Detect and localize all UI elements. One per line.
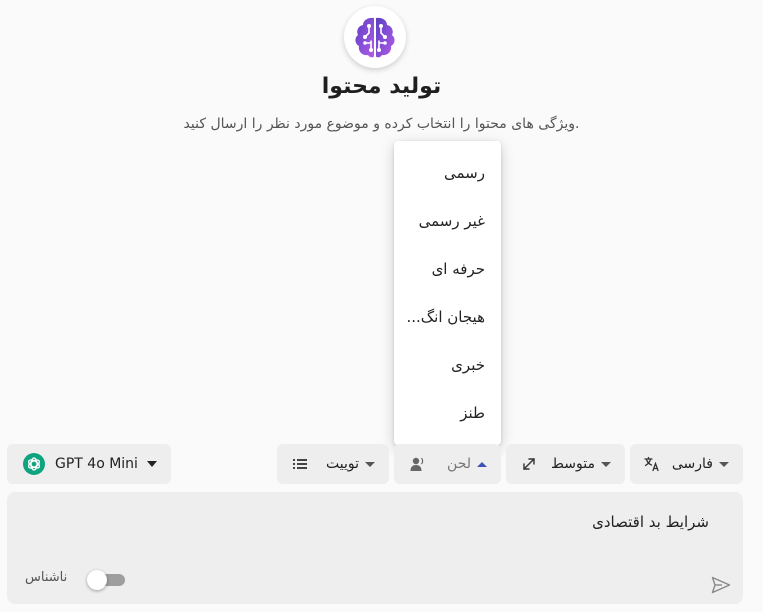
send-button[interactable] — [709, 574, 733, 596]
tone-option-humor[interactable]: طنز — [394, 389, 501, 437]
chevron-up-icon — [477, 461, 487, 467]
anonymous-label: ناشناس — [25, 570, 68, 585]
tone-option-professional[interactable]: حرفه ای — [394, 245, 501, 293]
expand-icon — [520, 455, 538, 473]
chevron-down-icon — [147, 461, 157, 467]
language-select-label: فارسی — [671, 456, 713, 472]
chevron-down-icon — [365, 461, 375, 467]
prompt-input[interactable]: شرایط بد اقتصادی — [592, 513, 709, 531]
person-icon — [408, 455, 426, 473]
content-generator-page: تولید محتوا ویژگی های محتوا را انتخاب کر… — [0, 0, 763, 612]
length-select-button[interactable]: متوسط — [506, 444, 625, 484]
page-subtitle: ویژگی های محتوا را انتخاب کرده و موضوع م… — [183, 116, 580, 132]
toggle-thumb — [87, 570, 107, 590]
model-select-button[interactable]: GPT 4o Mini — [7, 444, 171, 484]
translate-icon — [644, 455, 660, 473]
anonymous-toggle[interactable] — [87, 570, 129, 590]
list-icon — [291, 455, 309, 473]
brain-icon — [355, 17, 395, 58]
format-select-button[interactable]: توییت — [277, 444, 389, 484]
tone-option-exciting[interactable]: هیجان انگ... — [394, 293, 501, 341]
chevron-down-icon — [601, 461, 611, 467]
chevron-down-icon — [719, 461, 729, 467]
model-select-label: GPT 4o Mini — [55, 456, 138, 472]
tone-option-news[interactable]: خبری — [394, 341, 501, 389]
tone-select-label: لحن — [447, 456, 471, 472]
openai-icon — [23, 453, 45, 475]
app-logo — [344, 6, 406, 68]
length-select-label: متوسط — [551, 456, 595, 472]
tone-option-formal[interactable]: رسمی — [394, 149, 501, 197]
tone-menu: رسمی غیر رسمی حرفه ای هیجان انگ... خبری … — [394, 141, 501, 445]
format-select-label: توییت — [326, 456, 359, 472]
tone-option-informal[interactable]: غیر رسمی — [394, 197, 501, 245]
language-select-button[interactable]: فارسی — [630, 444, 743, 484]
send-icon — [711, 576, 731, 594]
tone-select-button[interactable]: لحن — [394, 444, 501, 484]
prompt-input-area[interactable]: شرایط بد اقتصادی ناشناس — [7, 492, 743, 604]
page-title: تولید محتوا — [321, 74, 442, 99]
